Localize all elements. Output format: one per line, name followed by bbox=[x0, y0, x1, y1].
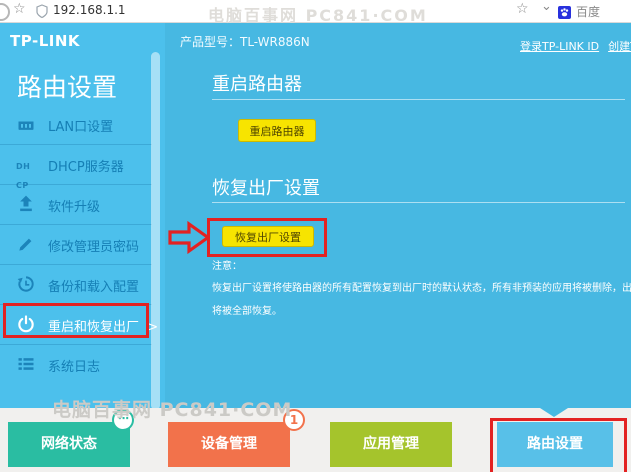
reset-section-heading: 恢复出厂设置 bbox=[212, 174, 320, 200]
log-list-icon bbox=[16, 354, 36, 374]
footer-watermark: 电脑百事网 PC841·COM bbox=[52, 395, 292, 422]
sidebar-item-label: LAN口设置 bbox=[48, 116, 113, 135]
browser-watermark: 电脑百事网 PC841·COM bbox=[208, 2, 428, 26]
power-icon bbox=[16, 314, 36, 334]
tab-device-management[interactable]: 设备管理 bbox=[168, 422, 290, 467]
restart-section-heading: 重启路由器 bbox=[212, 70, 302, 96]
sidebar-item-label: 重启和恢复出厂 > bbox=[48, 316, 158, 335]
active-tab-notch bbox=[540, 408, 568, 417]
note-text-line1: 恢复出厂设置将使路由器的所有配置恢复到出厂时的默认状态，所有非预装的应用将被删除… bbox=[212, 279, 631, 294]
sidebar-item-label: DHCP服务器 bbox=[48, 156, 124, 175]
favorite-star-icon[interactable]: ☆ bbox=[516, 1, 529, 17]
tplink-logo: TP-LINK bbox=[10, 32, 80, 50]
baidu-icon[interactable] bbox=[558, 4, 571, 23]
sidebar: TP-LINK 路由设置 LAN口设置 DHCP DHCP服务器 软件升级 bbox=[0, 22, 165, 408]
sidebar-item-backup[interactable]: 备份和载入配置 bbox=[0, 264, 152, 304]
sidebar-item-label: 备份和载入配置 bbox=[48, 276, 139, 295]
note-text-line2: 将被全部恢复。 bbox=[212, 302, 631, 317]
restart-router-button[interactable]: 重启路由器 bbox=[238, 119, 316, 142]
sidebar-item-upgrade[interactable]: 软件升级 bbox=[0, 184, 152, 224]
create-tplink-id-link[interactable]: 创建TP-LINK ID bbox=[608, 40, 631, 53]
bookmark-star-icon[interactable]: ☆ bbox=[13, 1, 26, 17]
sidebar-item-reboot-reset[interactable]: 重启和恢复出厂 > bbox=[0, 304, 152, 344]
dhcp-icon: DHCP bbox=[16, 154, 36, 174]
sidebar-item-password[interactable]: 修改管理员密码 bbox=[0, 224, 152, 264]
address-bar[interactable]: 192.168.1.1 bbox=[53, 3, 126, 17]
sidebar-item-syslog[interactable]: 系统日志 bbox=[0, 344, 152, 384]
sidebar-item-label: 软件升级 bbox=[48, 196, 100, 215]
page-title: 路由设置 bbox=[17, 68, 117, 104]
section-divider bbox=[212, 99, 625, 100]
upload-icon bbox=[16, 194, 36, 214]
sidebar-item-label: 系统日志 bbox=[48, 356, 100, 375]
sidebar-scrollbar[interactable] bbox=[151, 52, 160, 410]
tab-network-status[interactable]: 网络状态 bbox=[8, 422, 130, 467]
tab-router-settings[interactable]: 路由设置 bbox=[497, 422, 613, 467]
lan-ports-icon bbox=[16, 114, 36, 134]
sidebar-menu: LAN口设置 DHCP DHCP服务器 软件升级 修改管理员密码 bbox=[0, 105, 152, 384]
backup-history-icon bbox=[16, 274, 36, 294]
sidebar-item-lan[interactable]: LAN口设置 bbox=[0, 105, 152, 144]
router-admin-page: ☆ 192.168.1.1 电脑百事网 PC841·COM ☆ ⌄ 百度 TP-… bbox=[0, 0, 631, 472]
factory-reset-button[interactable]: 恢复出厂设置 bbox=[222, 226, 314, 247]
product-model-label: 产品型号：TL-WR886N bbox=[180, 33, 310, 50]
site-security-icon[interactable] bbox=[36, 4, 48, 23]
sidebar-item-dhcp[interactable]: DHCP DHCP服务器 bbox=[0, 144, 152, 184]
sidebar-item-label: 修改管理员密码 bbox=[48, 236, 139, 255]
account-links: 登录TP-LINK ID 创建TP-LINK ID bbox=[520, 35, 631, 54]
chevron-down-icon[interactable]: ⌄ bbox=[541, 0, 552, 14]
browser-toolbar: ☆ 192.168.1.1 电脑百事网 PC841·COM ☆ ⌄ 百度 bbox=[0, 0, 631, 23]
refresh-icon[interactable] bbox=[0, 3, 10, 21]
section-divider bbox=[212, 202, 625, 203]
tab-app-management[interactable]: 应用管理 bbox=[330, 422, 452, 467]
annotation-arrow-icon bbox=[168, 221, 210, 258]
pencil-icon bbox=[16, 234, 36, 254]
search-engine-label[interactable]: 百度 bbox=[576, 3, 600, 20]
note-label: 注意： bbox=[212, 257, 242, 272]
login-tplink-id-link[interactable]: 登录TP-LINK ID bbox=[520, 40, 599, 53]
